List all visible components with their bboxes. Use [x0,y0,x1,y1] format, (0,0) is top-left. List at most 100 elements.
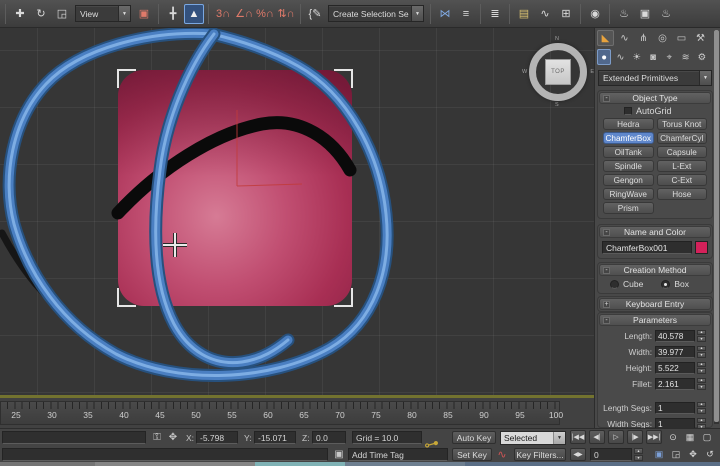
zoom-all-icon[interactable]: ▦ [683,430,697,444]
previous-frame-button[interactable]: ◀| [589,430,605,444]
object-type-button-chamfercyl[interactable]: ChamferCyl [657,132,708,144]
rollout-header-object-type[interactable]: - Object Type [599,92,711,104]
angle-snap-icon[interactable]: ∠∩ [234,4,254,24]
keyboard-shortcut-override-icon[interactable]: ▲ [184,4,204,24]
use-pivot-point-center-icon[interactable]: ▣ [134,4,154,24]
collapse-icon[interactable]: + [603,301,610,308]
object-type-button-torus-knot[interactable]: Torus Knot [657,118,708,130]
scrollbar-thumb[interactable] [714,30,719,422]
collapse-icon[interactable]: - [603,267,610,274]
select-and-rotate-icon[interactable]: ↻ [31,4,51,24]
curve-editor-icon[interactable]: ∿ [535,4,555,24]
pan-icon[interactable]: ✥ [686,447,700,461]
rollout-header-keyboard-entry[interactable]: + Keyboard Entry [599,298,711,310]
create-tab-icon[interactable]: ◣ [597,30,614,46]
systems-category-icon[interactable]: ⚙ [695,49,709,65]
object-type-button-oiltank[interactable]: OilTank [603,146,654,158]
next-frame-button[interactable]: |▶ [627,430,643,444]
graphite-ribbon-icon[interactable]: ▤ [514,4,534,24]
rollout-header-parameters[interactable]: - Parameters [599,314,711,326]
param-spinner[interactable]: ▴▾ [697,378,706,390]
viewcube-top-face[interactable]: TOP [545,59,571,85]
render-setup-icon[interactable]: ♨ [614,4,634,24]
param-value-field[interactable]: 5.522 [655,362,695,374]
edit-named-selection-sets-icon[interactable]: {✎ [305,4,325,24]
current-frame-field[interactable]: 0 [590,448,632,461]
time-tag-icon[interactable]: ▣ [332,448,346,461]
material-editor-icon[interactable]: ◉ [585,4,605,24]
cameras-category-icon[interactable]: ◙ [646,49,660,65]
rollout-header-creation-method[interactable]: - Creation Method [599,264,711,276]
param-spinner[interactable]: ▴▾ [697,418,706,429]
align-icon[interactable]: ≡ [456,4,476,24]
param-value-field[interactable]: 1 [655,418,695,429]
helpers-category-icon[interactable]: ⌖ [662,49,676,65]
go-to-end-button[interactable]: ▶▶| [646,430,662,444]
primitive-subcategory-dropdown[interactable]: Extended Primitives ▼ [598,70,712,86]
rendered-frame-window-icon[interactable]: ▣ [635,4,655,24]
object-type-button-spindle[interactable]: Spindle [603,160,654,172]
snaps-toggle-icon[interactable]: 3∩ [213,4,233,24]
frame-spinner[interactable]: ▴▾ [634,448,643,461]
collapse-icon[interactable]: - [603,95,610,102]
object-type-button-gengon[interactable]: Gengon [603,174,654,186]
time-configuration-icon[interactable]: ▣ [652,447,666,461]
top-viewport[interactable]: TOP N E S W [0,28,594,398]
shapes-category-icon[interactable]: ∿ [613,49,627,65]
param-value-field[interactable]: 40.578 [655,330,695,342]
param-value-field[interactable]: 39.977 [655,346,695,358]
space-warps-category-icon[interactable]: ≋ [678,49,692,65]
motion-tab-icon[interactable]: ◎ [654,30,671,46]
percent-snap-icon[interactable]: %∩ [255,4,275,24]
utilities-tab-icon[interactable]: ⚒ [692,30,709,46]
play-button[interactable]: ▷ [608,430,624,444]
absolute-mode-transform-icon[interactable]: ✥ [166,431,180,444]
spinner-snap-icon[interactable]: ⇅∩ [276,4,296,24]
collapse-icon[interactable]: - [603,317,610,324]
object-color-swatch[interactable] [695,241,708,254]
mirror-icon[interactable]: ⋈ [435,4,455,24]
select-region-icon[interactable]: ◲ [669,447,683,461]
param-spinner[interactable]: ▴▾ [697,330,706,342]
object-type-button-hose[interactable]: Hose [657,188,708,200]
new-keys-curve-icon[interactable]: ∿ [495,448,509,461]
object-type-button-l-ext[interactable]: L-Ext [657,160,708,172]
time-ruler[interactable]: 253035404550556065707580859095100 [0,401,560,425]
select-and-scale-icon[interactable]: ◲ [52,4,72,24]
autogrid-checkbox[interactable] [624,107,632,115]
creation-method-radio-box[interactable]: Box [661,279,689,289]
render-production-icon[interactable]: ♨ [656,4,676,24]
maxscript-mini-listener[interactable] [2,448,328,461]
object-type-button-capsule[interactable]: Capsule [657,146,708,158]
object-name-field[interactable]: ChamferBox001 [602,241,692,254]
modify-tab-icon[interactable]: ∿ [616,30,633,46]
object-type-button-hedra[interactable]: Hedra [603,118,654,130]
zoom-icon[interactable]: ⊙ [666,430,680,444]
param-value-field[interactable]: 2.161 [655,378,695,390]
hierarchy-tab-icon[interactable]: ⋔ [635,30,652,46]
go-to-start-button[interactable]: |◀◀ [570,430,586,444]
panel-scrollbar[interactable] [714,30,719,424]
schematic-view-icon[interactable]: ⊞ [556,4,576,24]
set-key-button[interactable]: Set Key [452,448,492,461]
collapse-icon[interactable]: - [603,229,610,236]
z-coordinate-field[interactable]: 0.0 [312,431,346,444]
param-spinner[interactable]: ▴▾ [697,402,706,414]
creation-method-radio-cube[interactable]: Cube [610,279,643,289]
key-filters-button[interactable]: Key Filters... [514,448,566,461]
key-mode-toggle-icon[interactable]: ◀▶ [570,448,586,461]
param-value-field[interactable]: 1 [655,402,695,414]
y-coordinate-field[interactable]: -15.071 [254,431,296,444]
object-type-button-c-ext[interactable]: C-Ext [657,174,708,186]
layer-manager-icon[interactable]: ≣ [485,4,505,24]
rollout-header-name-and-color[interactable]: - Name and Color [599,226,711,238]
param-spinner[interactable]: ▴▾ [697,346,706,358]
reference-coordinate-system-dropdown[interactable]: View▼ [75,5,131,22]
display-tab-icon[interactable]: ▭ [673,30,690,46]
selection-filter-dropdown[interactable]: Selected ▼ [500,431,566,445]
x-coordinate-field[interactable]: -5.798 [196,431,238,444]
named-selection-sets-dropdown[interactable]: Create Selection Se▼ [328,5,424,22]
param-spinner[interactable]: ▴▾ [697,362,706,374]
orbit-icon[interactable]: ↺ [703,447,717,461]
select-and-manipulate-icon[interactable]: ╋ [163,4,183,24]
